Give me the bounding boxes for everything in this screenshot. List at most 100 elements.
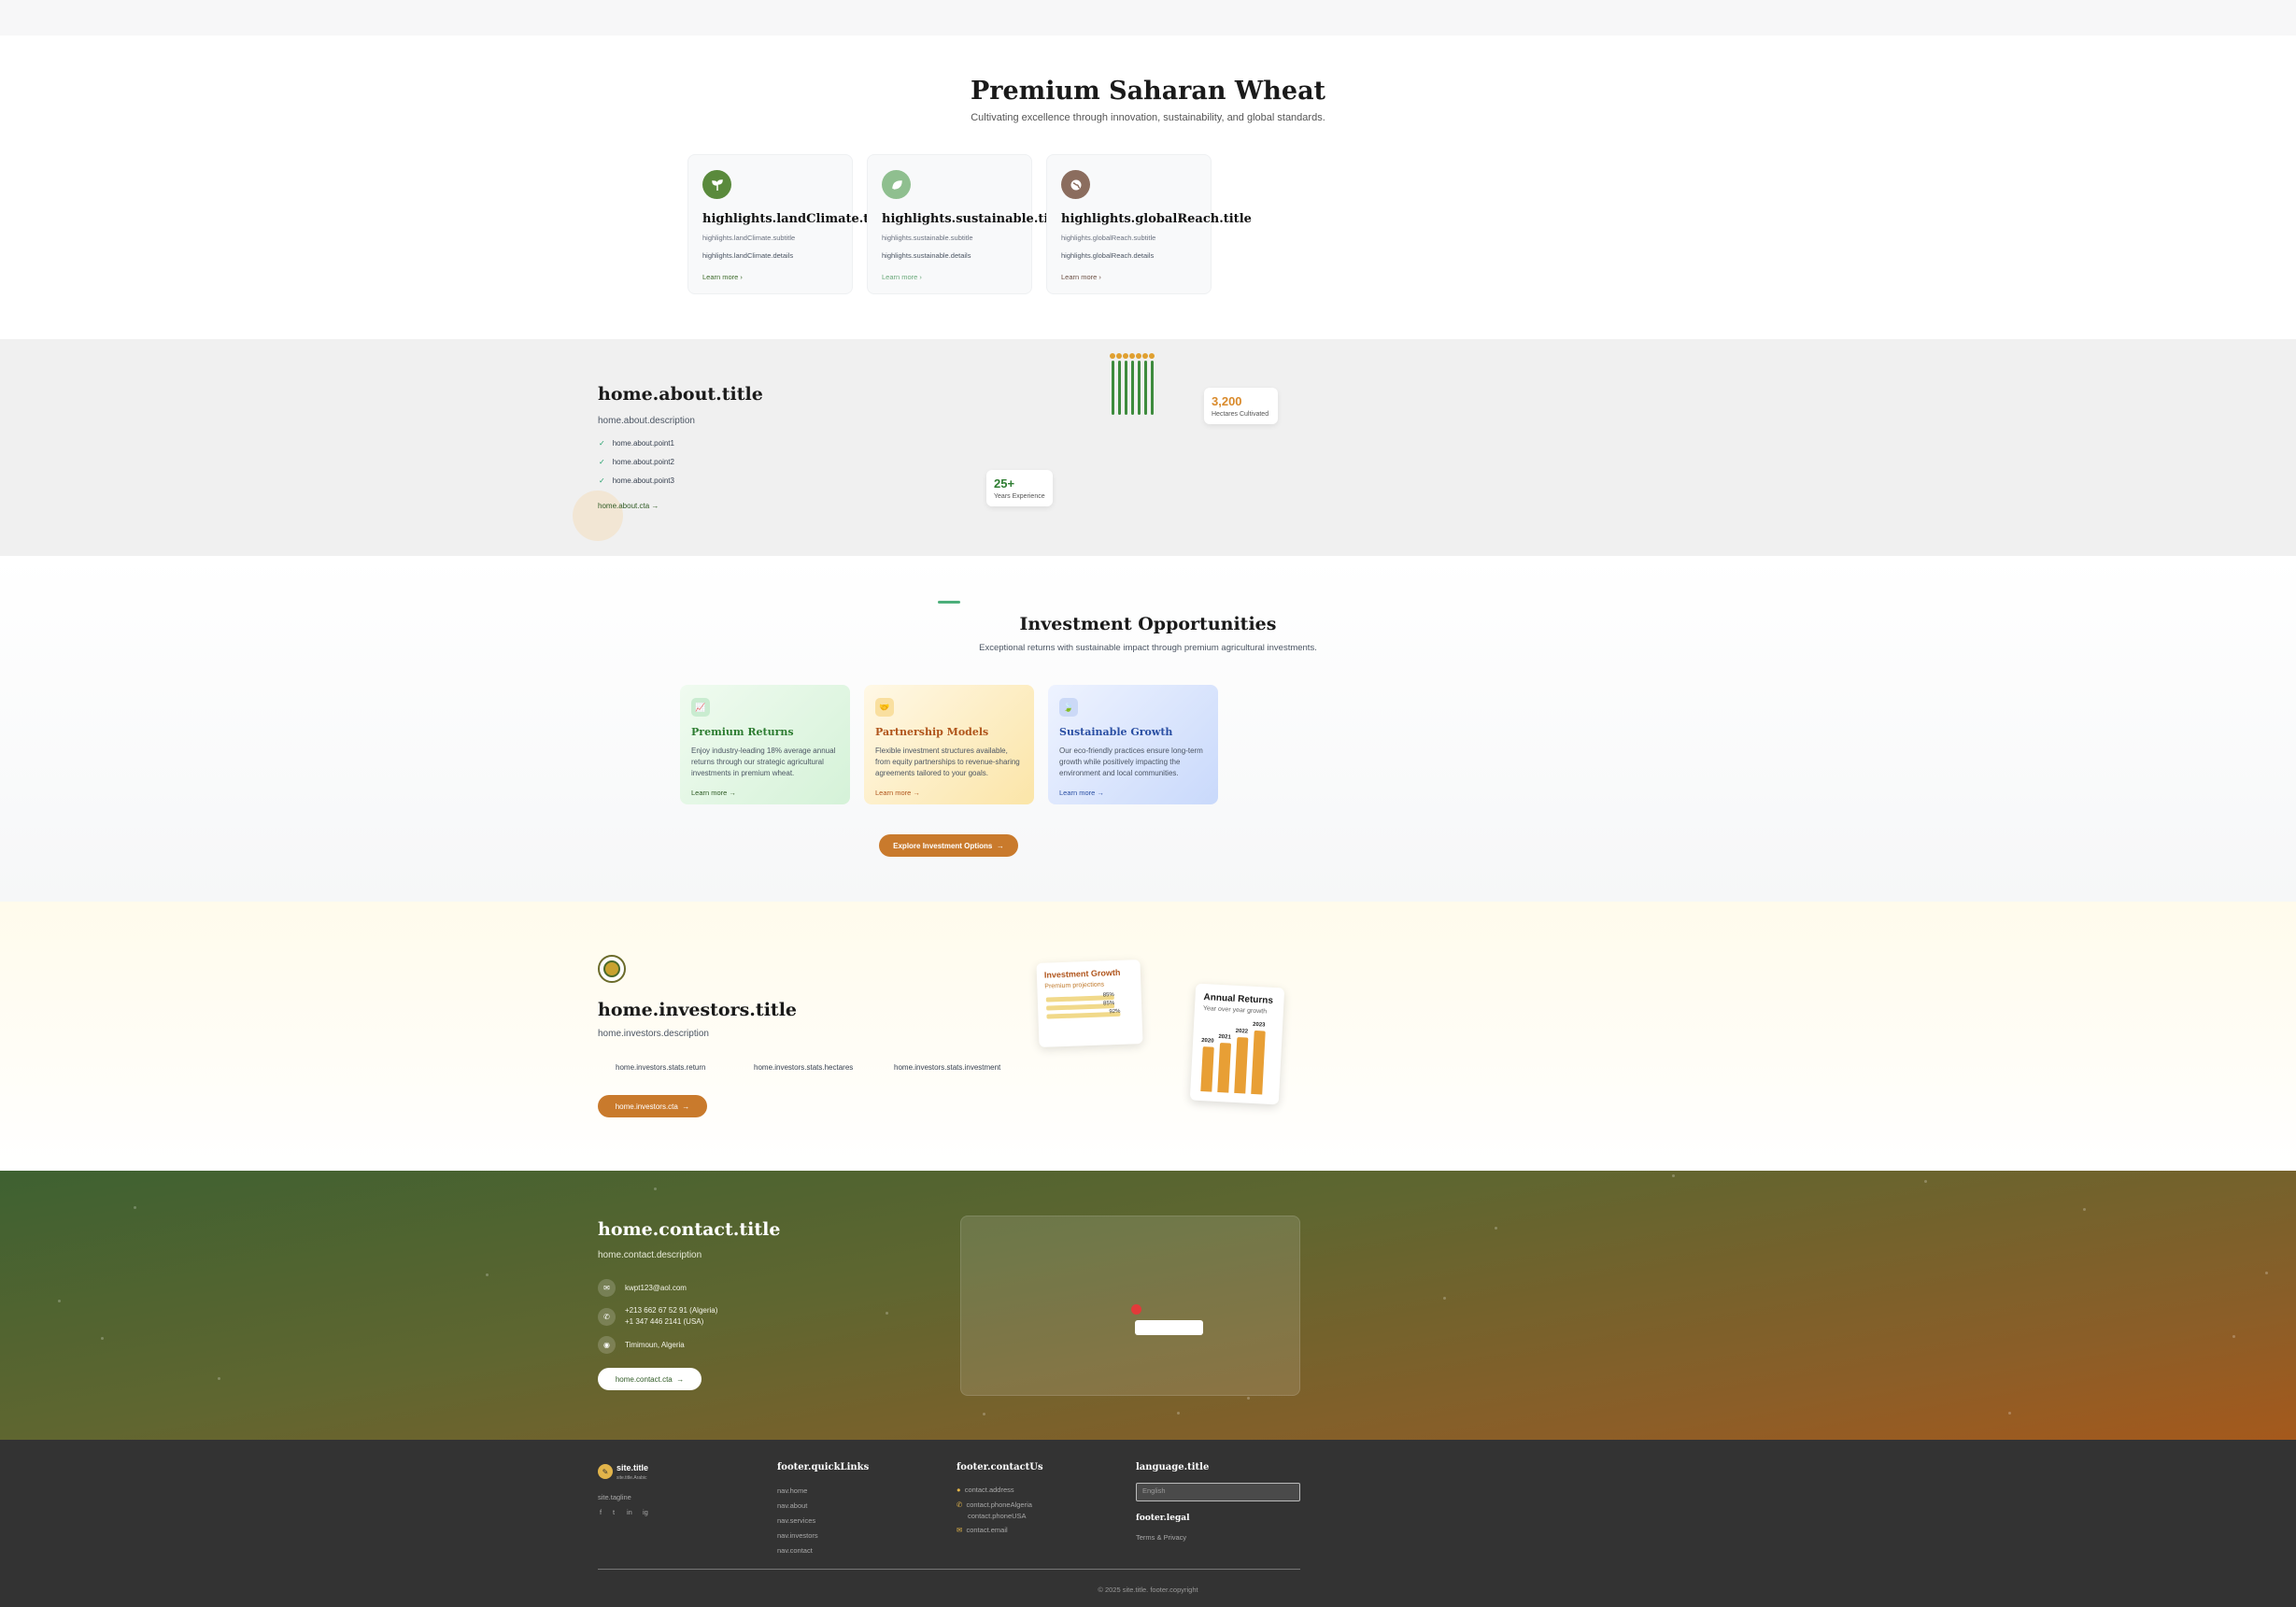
title-accent-line: [938, 601, 960, 604]
phone-icon: ✆: [957, 1500, 963, 1509]
about-point: ✓ home.about.point3: [599, 476, 674, 485]
investment-card-returns[interactable]: 📈 Premium Returns Enjoy industry-leading…: [680, 685, 850, 804]
investors-title: home.investors.title: [598, 1000, 797, 1020]
globe-icon: [1061, 170, 1090, 199]
returns-year-label: 2022: [1235, 1028, 1249, 1035]
investment-card-partnership[interactable]: 🤝 Partnership Models Flexible investment…: [864, 685, 1034, 804]
footer-link-services[interactable]: nav.services: [777, 1516, 815, 1525]
footer-link-home[interactable]: nav.home: [777, 1486, 807, 1495]
footer-link-investors[interactable]: nav.investors: [777, 1531, 818, 1540]
footer-tagline: site.tagline: [598, 1493, 631, 1501]
decorative-dot: [886, 1312, 888, 1315]
highlight-title: highlights.globalReach.title: [1061, 212, 1252, 226]
about-description: home.about.description: [598, 416, 695, 426]
twitter-icon[interactable]: t: [613, 1508, 615, 1516]
wheat-illustration: [1110, 353, 1156, 415]
map-pin-label: [1135, 1320, 1203, 1335]
decorative-dot: [2083, 1208, 2086, 1211]
wheat-logo-icon: ✎: [598, 1464, 613, 1479]
stat-value: 25+: [994, 476, 1015, 491]
investment-title: Investment Opportunities: [1019, 614, 1277, 634]
about-section: home.about.title home.about.description …: [0, 339, 2296, 556]
about-point: ✓ home.about.point2: [599, 458, 674, 466]
investors-stat: home.investors.stats.investment: [894, 1063, 1001, 1072]
map-panel[interactable]: [960, 1216, 1300, 1396]
investors-stat: home.investors.stats.hectares: [754, 1063, 854, 1072]
footer-quicklinks-title: footer.quickLinks: [777, 1462, 870, 1472]
footer-link-contact[interactable]: nav.contact: [777, 1546, 813, 1555]
handshake-icon: 🤝: [875, 698, 894, 717]
contact-phone[interactable]: +213 662 67 52 91 (Algeria): [625, 1306, 717, 1315]
about-cta-link[interactable]: home.about.cta →: [598, 502, 659, 510]
footer-contact-email: ✉ contact.email: [957, 1526, 1008, 1534]
highlight-card-global-reach: highlights.globalReach.title highlights.…: [1046, 154, 1252, 294]
investors-cta-button[interactable]: home.investors.cta →: [598, 1095, 707, 1117]
language-select[interactable]: English: [1136, 1483, 1300, 1501]
contact-cta-button[interactable]: home.contact.cta →: [598, 1368, 702, 1390]
explore-investment-button[interactable]: Explore Investment Options →: [879, 834, 1018, 857]
leaf-icon: [882, 170, 911, 199]
decorative-dot: [983, 1413, 985, 1415]
sprout-icon: [702, 170, 731, 199]
stat-card-years: 25+ Years Experience: [986, 470, 1053, 506]
company-seal-logo: [598, 955, 626, 983]
growth-card-subtitle: Premium projections: [1044, 981, 1105, 990]
highlight-details: highlights.globalReach.details: [1061, 251, 1155, 260]
decorative-dot: [1924, 1180, 1927, 1183]
decorative-dot: [134, 1206, 136, 1209]
growth-bar-label: 92%: [1109, 1008, 1121, 1016]
returns-card-title: Annual Returns: [1203, 992, 1274, 1006]
about-title: home.about.title: [598, 384, 763, 405]
footer-contact-address: ● contact.address: [957, 1486, 1014, 1494]
highlight-subtitle: highlights.landClimate.subtitle: [702, 234, 796, 242]
instagram-icon[interactable]: ig: [643, 1508, 648, 1516]
facebook-icon[interactable]: f: [600, 1508, 602, 1516]
learn-more-link[interactable]: Learn more →: [1059, 789, 1207, 797]
footer-contact-phone: ✆ contact.phoneAlgeria contact.phoneUSA: [957, 1500, 1032, 1520]
learn-more-link[interactable]: Learn more ›: [702, 273, 838, 281]
decorative-dot: [486, 1273, 489, 1276]
top-bar: [0, 0, 2296, 36]
learn-more-link[interactable]: Learn more →: [875, 789, 1023, 797]
investors-description: home.investors.description: [598, 1029, 709, 1039]
footer: ✎ site.title site.title.Arabic site.tagl…: [0, 1440, 2296, 1607]
learn-more-link[interactable]: Learn more ›: [882, 273, 1017, 281]
decorative-dot: [58, 1300, 61, 1302]
highlight-subtitle: highlights.sustainable.subtitle: [882, 234, 973, 242]
learn-more-link[interactable]: Learn more ›: [1061, 273, 1197, 281]
contact-email-row: ✉ kwpt123@aol.com: [598, 1279, 687, 1297]
growth-bar-label: 85%: [1103, 1001, 1115, 1007]
highlight-card-sustainable: highlights.sustainable.title highlights.…: [867, 154, 1067, 294]
returns-card-subtitle: Year over year growth: [1202, 1005, 1268, 1016]
footer-divider: [598, 1569, 1300, 1570]
investment-growth-card: Investment Growth Premium projections 85…: [1036, 960, 1143, 1047]
contact-address: Timimoun, Algeria: [625, 1341, 685, 1349]
contact-description: home.contact.description: [598, 1250, 702, 1260]
map-pin-icon[interactable]: [1131, 1304, 1141, 1315]
highlight-details: highlights.landClimate.details: [702, 251, 794, 260]
footer-link-about[interactable]: nav.about: [777, 1501, 807, 1510]
investment-subtitle: Exceptional returns with sustainable imp…: [979, 643, 1317, 653]
contact-phone-row: ✆ +213 662 67 52 91 (Algeria) +1 347 446 …: [598, 1305, 717, 1328]
contact-email[interactable]: kwpt123@aol.com: [625, 1284, 687, 1292]
arrow-right-icon: →: [676, 1374, 685, 1384]
footer-legal-title: footer.legal: [1136, 1514, 1190, 1523]
leaf-icon: 🍃: [1059, 698, 1078, 717]
contact-phone[interactable]: +1 347 446 2141 (USA): [625, 1317, 703, 1326]
decorative-dot: [2008, 1412, 2011, 1415]
investment-card-title: Sustainable Growth: [1059, 726, 1173, 738]
investment-card-description: Flexible investment structures available…: [875, 747, 1020, 777]
linkedin-icon[interactable]: in: [627, 1508, 632, 1516]
chart-icon: 📈: [691, 698, 710, 717]
learn-more-link[interactable]: Learn more →: [691, 789, 839, 797]
mail-icon: ✉: [957, 1526, 963, 1534]
returns-bar: [1251, 1030, 1266, 1095]
investment-card-sustainable[interactable]: 🍃 Sustainable Growth Our eco-friendly pr…: [1048, 685, 1218, 804]
footer-legal-link[interactable]: Terms & Privacy: [1136, 1533, 1186, 1542]
footer-site-title: site.title: [617, 1463, 649, 1472]
contact-address-row: ◉ Timimoun, Algeria: [598, 1336, 685, 1354]
investment-section: Investment Opportunities Exceptional ret…: [0, 556, 2296, 902]
location-icon: ◉: [598, 1336, 616, 1354]
returns-year-label: 2021: [1218, 1034, 1231, 1041]
stat-value: 3,200: [1212, 394, 1242, 408]
